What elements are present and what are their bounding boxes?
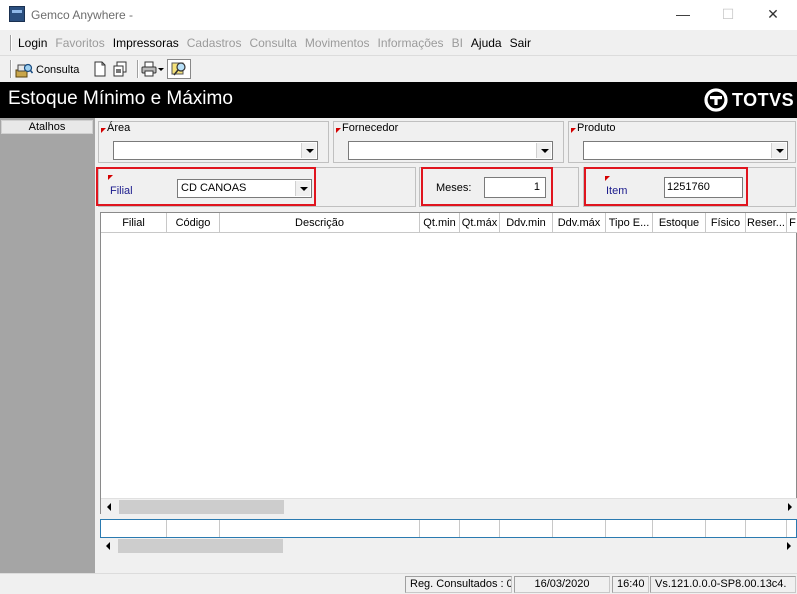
new-document-icon[interactable] [92,61,108,77]
totals-cell [420,520,460,537]
menu-ajuda[interactable]: Ajuda [471,36,502,50]
totvs-logo: TOTVS [704,88,794,112]
menu-consulta[interactable]: Consulta [249,36,296,50]
fornecedor-combo[interactable] [348,141,553,160]
column-estoque[interactable]: Estoque [653,213,706,233]
menu-grip [10,35,12,51]
toolbar-grip [10,60,12,78]
totals-cell [606,520,653,537]
totals-cell [167,520,220,537]
totals-horizontal-scrollbar[interactable] [100,538,797,555]
chevron-down-icon[interactable] [536,143,551,158]
status-version: Vs.121.0.0.0-SP8.00.13c4. [650,576,796,593]
chevron-down-icon[interactable] [771,143,786,158]
totals-cell [500,520,553,537]
column-fisico[interactable]: Físico [706,213,746,233]
toolbar-separator [137,60,139,78]
area-group: Área [98,121,329,163]
dropdown-arrow-icon[interactable] [157,61,165,77]
area-label: Área [107,122,131,134]
menu-sair[interactable]: Sair [510,36,531,50]
column-tipo-e[interactable]: Tipo E... [606,213,653,233]
scroll-right-icon[interactable] [780,538,797,554]
grid-horizontal-scrollbar[interactable] [101,498,797,515]
filial-highlight [96,167,316,206]
column-filial[interactable]: Filial [101,213,167,233]
scroll-thumb[interactable] [118,539,283,553]
column-ddv-max[interactable]: Ddv.máx [553,213,606,233]
column-codigo[interactable]: Código [167,213,220,233]
menu-items: Login Favoritos Impressoras Cadastros Co… [18,36,539,50]
consulta-button[interactable]: Consulta [15,60,79,79]
totals-cell [553,520,606,537]
menu-login[interactable]: Login [18,36,47,50]
totals-cell [653,520,706,537]
column-descricao[interactable]: Descrição [220,213,420,233]
status-date: 16/03/2020 [514,576,610,593]
scroll-left-icon[interactable] [100,538,117,554]
sidebar: Atalhos [0,118,95,573]
column-ddv-min[interactable]: Ddv.min [500,213,553,233]
close-button[interactable]: ✕ [750,0,796,30]
totvs-logo-icon [704,88,728,112]
totals-cell [706,520,746,537]
menu-favoritos[interactable]: Favoritos [55,36,104,50]
produto-label: Produto [577,122,616,134]
column-qt-min[interactable]: Qt.min [420,213,460,233]
menu-bar: Login Favoritos Impressoras Cadastros Co… [0,30,797,56]
meses-highlight [421,167,553,206]
scroll-right-icon[interactable] [781,499,797,515]
status-time: 16:40 [612,576,649,593]
totals-cell [220,520,420,537]
copy-document-icon[interactable] [112,61,128,77]
produto-combo[interactable] [583,141,788,160]
totals-row [100,519,797,538]
item-highlight [584,167,748,206]
totals-cell [101,520,167,537]
print-icon[interactable] [141,61,157,77]
reg-consultados: Reg. Consultados : 0 [405,576,512,593]
status-bar: Reg. Consultados : 0 16/03/2020 16:40 Vs… [0,573,797,594]
scroll-thumb[interactable] [119,500,284,514]
minimize-button[interactable]: — [660,0,706,30]
area-combo[interactable] [113,141,318,160]
title-bar: Gemco Anywhere - — ☐ ✕ [0,0,797,30]
produto-group: Produto [568,121,796,163]
maximize-button[interactable]: ☐ [705,0,751,30]
totals-cell [746,520,787,537]
logo-text: TOTVS [732,89,795,110]
consulta-label: Consulta [36,63,80,76]
page-title: Estoque Mínimo e Máximo [8,88,233,109]
scroll-left-icon[interactable] [101,499,118,515]
column-reser[interactable]: Reser... [746,213,787,233]
column-f[interactable]: F [787,213,797,233]
window-title: Gemco Anywhere - [31,8,134,22]
atalhos-button[interactable]: Atalhos [1,120,93,134]
search-tool-button[interactable] [167,59,191,79]
totals-cell [460,520,500,537]
menu-bi[interactable]: BI [452,36,463,50]
chevron-down-icon[interactable] [301,143,316,158]
menu-impressoras[interactable]: Impressoras [113,36,179,50]
page-header: Estoque Mínimo e Máximo TOTVS [0,82,797,118]
required-marker [571,128,576,133]
toolbar: Consulta [0,57,797,82]
required-marker [336,128,341,133]
app-icon [9,6,25,22]
column-qt-max[interactable]: Qt.máx [460,213,500,233]
required-marker [101,128,106,133]
search-icon [171,62,186,76]
fornecedor-group: Fornecedor [333,121,564,163]
menu-movimentos[interactable]: Movimentos [305,36,370,50]
fornecedor-label: Fornecedor [342,122,399,134]
consulta-icon [15,63,33,77]
menu-cadastros[interactable]: Cadastros [187,36,242,50]
grid-header: Filial Código Descrição Qt.min Qt.máx Dd… [101,213,797,233]
menu-informacoes[interactable]: Informações [378,36,444,50]
results-grid[interactable]: Filial Código Descrição Qt.min Qt.máx Dd… [100,212,797,515]
